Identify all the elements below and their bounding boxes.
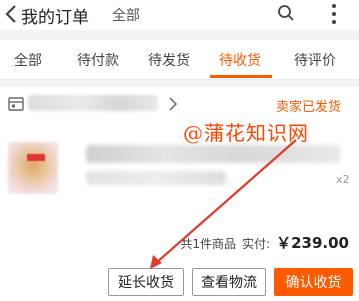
tab-pending-payment[interactable]: 待付款: [77, 50, 119, 70]
order-status: 卖家已发货: [276, 100, 342, 115]
view-logistics-button[interactable]: 查看物流: [192, 268, 266, 296]
product-quantity: x2: [336, 173, 350, 186]
product-thumbnail-label: [27, 154, 45, 161]
tab-all[interactable]: 全部: [14, 50, 42, 70]
extend-receipt-button[interactable]: 延长收货: [108, 268, 184, 296]
order-summary: 共1件商品 实付: ￥239.00: [180, 232, 349, 253]
paid-label: 实付:: [242, 237, 271, 251]
product-title-redacted[interactable]: [86, 145, 341, 163]
tab-pending-review[interactable]: 待评价: [294, 50, 336, 70]
tab-pending-receipt[interactable]: 待收货: [219, 50, 261, 70]
watermark: @蒲花知识网: [183, 121, 309, 145]
order-status-tabs: 全部 待付款 待发货 待收货 待评价: [0, 40, 359, 80]
product-spec-redacted: [86, 171, 226, 185]
order-card[interactable]: 卖家已发货 @蒲花知识网 x2 共1件商品 实付: ￥239.00 延长收货 查…: [0, 87, 359, 301]
product-thumbnail[interactable]: [8, 142, 58, 194]
top-bar: 我的订单 全部: [0, 0, 359, 30]
shop-icon: [8, 97, 24, 111]
item-count: 共1件商品: [180, 237, 237, 251]
page-title: 我的订单: [21, 8, 89, 28]
chevron-left-icon[interactable]: [2, 3, 20, 25]
paid-amount: ￥239.00: [276, 234, 349, 252]
confirm-receipt-button[interactable]: 确认收货: [274, 268, 353, 296]
more-vertical-icon[interactable]: [330, 2, 338, 26]
shop-name-redacted[interactable]: [28, 95, 158, 111]
active-tab-indicator: [210, 75, 272, 78]
search-icon[interactable]: [277, 4, 295, 22]
chevron-right-icon[interactable]: [168, 96, 178, 112]
order-filter-dropdown[interactable]: 全部: [112, 5, 140, 25]
tab-pending-shipment[interactable]: 待发货: [148, 50, 190, 70]
